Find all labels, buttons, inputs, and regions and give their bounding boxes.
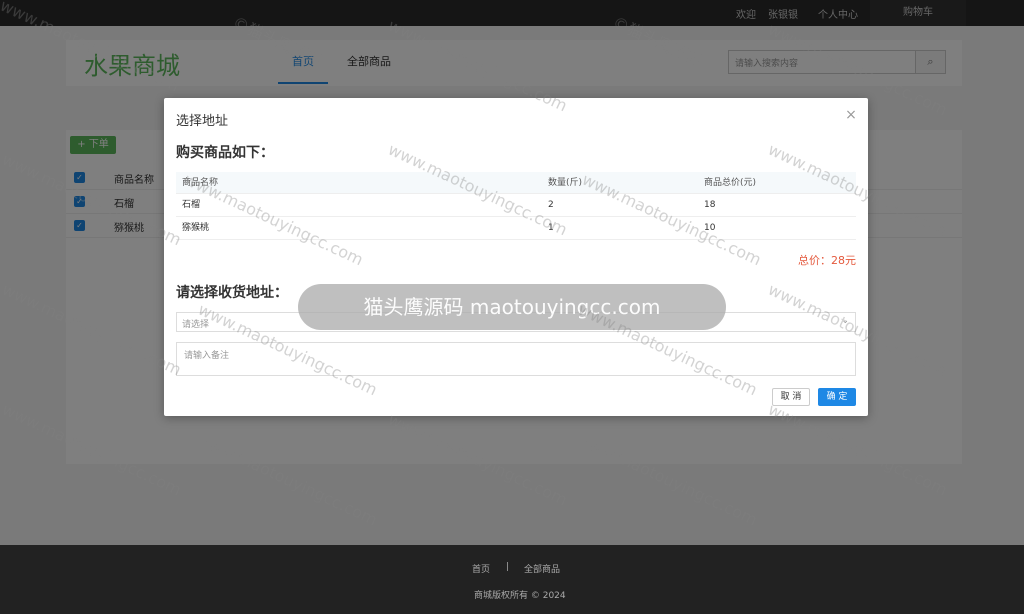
goods-header-row: 商品名称 数量(斤) 商品总价(元) bbox=[176, 172, 856, 194]
address-heading: 请选择收货地址： bbox=[176, 285, 288, 301]
total-price: 总价：28元 bbox=[798, 254, 856, 267]
column-header: 商品总价(元) bbox=[704, 178, 757, 188]
footer-separator: | bbox=[506, 562, 510, 572]
footer-link-all-goods[interactable]: 全部商品 bbox=[524, 562, 560, 575]
goods-qty: 1 bbox=[548, 223, 554, 233]
column-header: 商品名称 bbox=[182, 178, 219, 188]
footer-link-home[interactable]: 首页 bbox=[472, 562, 490, 575]
goods-name: 石榴 bbox=[182, 200, 201, 210]
watermark-banner: 猫头鹰源码 maotouyingcc.com bbox=[298, 284, 726, 330]
table-row: 猕猴桃 1 10 bbox=[176, 217, 856, 240]
column-header: 数量(斤) bbox=[548, 178, 583, 188]
note-textarea[interactable]: 请输入备注 bbox=[176, 342, 856, 376]
close-icon[interactable]: × bbox=[844, 107, 858, 123]
table-row: 石榴 2 18 bbox=[176, 194, 856, 217]
cancel-button[interactable]: 取 消 bbox=[772, 388, 810, 406]
footer: 首页 | 全部商品 商城版权所有 © 2024 bbox=[0, 545, 1024, 614]
goods-name: 猕猴桃 bbox=[182, 223, 210, 233]
chevron-down-icon: ⌄ bbox=[841, 316, 849, 326]
goods-total: 10 bbox=[704, 223, 716, 233]
address-dialog: 选择地址 × 购买商品如下： 商品名称 数量(斤) 商品总价(元) 石榴 2 1… bbox=[164, 98, 868, 416]
dialog-title: 选择地址 bbox=[176, 114, 229, 129]
copyright-text: 商城版权所有 © 2024 bbox=[474, 591, 566, 601]
goods-total: 18 bbox=[704, 200, 716, 210]
goods-heading: 购买商品如下： bbox=[176, 145, 274, 161]
address-select-value: 请选择 bbox=[182, 320, 210, 330]
confirm-button[interactable]: 确 定 bbox=[818, 388, 856, 406]
goods-qty: 2 bbox=[548, 200, 554, 210]
goods-table: 商品名称 数量(斤) 商品总价(元) 石榴 2 18 猕猴桃 1 10 bbox=[176, 172, 856, 240]
